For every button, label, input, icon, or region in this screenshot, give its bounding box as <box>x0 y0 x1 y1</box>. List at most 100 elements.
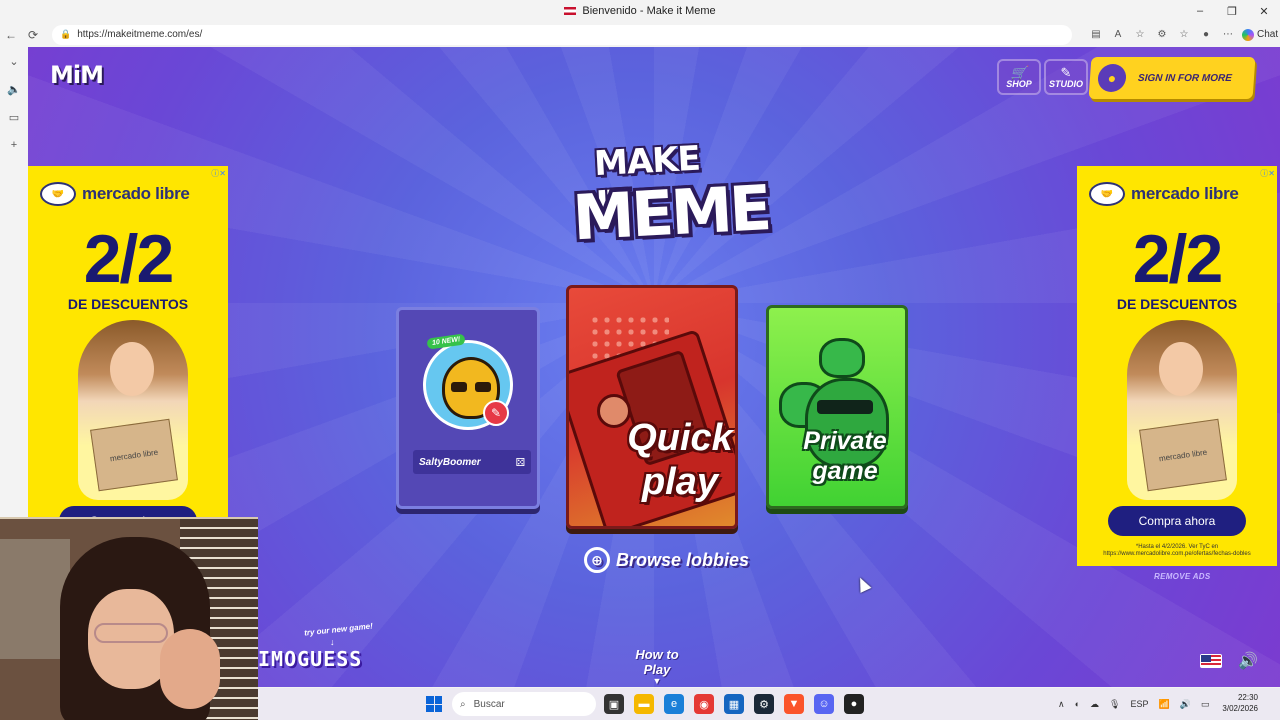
ad-headline: 2/2 <box>83 221 175 297</box>
more-icon[interactable]: ⋯ <box>1220 27 1236 43</box>
edge-icon[interactable]: e <box>664 694 684 714</box>
bee-eye-left <box>451 382 467 392</box>
site-logo[interactable]: MiM <box>50 61 104 89</box>
shop-button[interactable]: 🛒 SHOP <box>997 59 1041 95</box>
logo-line-2: MEME <box>570 171 771 255</box>
sound-icon[interactable]: 🔊 <box>1238 651 1258 671</box>
ad-cta-button[interactable]: Compra ahora <box>1108 506 1246 536</box>
ad-subline: DE DESCUENTOS <box>67 296 189 312</box>
chat-label: Chat <box>1257 29 1279 40</box>
battery-icon[interactable]: ▭ <box>1201 699 1210 710</box>
file-explorer-icon[interactable]: ▬ <box>634 694 654 714</box>
make-it-meme-logo: MAKE IT MEME <box>563 136 771 260</box>
store-icon[interactable]: ▦ <box>724 694 744 714</box>
sign-in-label: SIGN IN FOR MORE <box>1137 72 1233 84</box>
brave-icon[interactable]: ▼ <box>784 694 804 714</box>
obs-icon[interactable]: ● <box>844 694 864 714</box>
audio-tab-icon[interactable]: 🔈 <box>6 81 22 97</box>
studio-label: STUDIO <box>1048 78 1083 89</box>
tab-icon[interactable]: ▭ <box>6 109 22 125</box>
ad-info-icon[interactable]: ⓘ✕ <box>1260 168 1275 179</box>
how-to-play-button[interactable]: How to Play ▼ <box>622 647 692 686</box>
search-placeholder: Buscar <box>473 698 505 710</box>
address-bar[interactable]: 🔒 https://makeitmeme.com/es/ <box>52 24 1072 45</box>
window-controls: – ❐ ✕ <box>1184 0 1280 22</box>
ad-fine-print: *Hasta el 4/2/2026. Ver TyC en https://w… <box>1103 544 1251 557</box>
tab-actions-icon[interactable]: ⌄ <box>6 53 22 69</box>
favorite-icon[interactable]: ☆ <box>1132 27 1148 43</box>
favorites-bar-icon[interactable]: ☆ <box>1176 27 1192 43</box>
ad-banner-right[interactable]: ⓘ✕ 🤝 mercado libre 2/2 DE DESCUENTOS mer… <box>1077 166 1277 566</box>
random-name-dice-icon[interactable]: ⚄ <box>515 456 525 469</box>
browse-lobbies-label: Browse lobbies <box>616 549 750 570</box>
ad-brand: 🤝 mercado libre <box>1089 182 1239 206</box>
task-view-icon[interactable]: ▣ <box>604 694 624 714</box>
copilot-icon <box>1242 28 1254 41</box>
username-text: SaltyBoomer <box>419 456 481 468</box>
studio-button[interactable]: ✎ STUDIO <box>1044 59 1088 95</box>
start-button[interactable] <box>426 696 442 712</box>
copilot-chat-button[interactable]: Chat <box>1242 28 1279 41</box>
browse-lobbies-button[interactable]: ⊕ Browse lobbies <box>584 547 749 573</box>
read-aloud-icon[interactable]: A <box>1110 27 1126 43</box>
sunglasses-illustration <box>817 400 873 414</box>
app-tray-icon[interactable]: ◐ <box>1075 699 1080 709</box>
promo-caption: try our new game! <box>303 621 374 638</box>
cart-icon: 🛒 <box>1010 64 1028 80</box>
ad-person-face <box>110 342 154 396</box>
taskbar-apps: ▣ ▬ e ◉ ▦ ⚙ ▼ ☺ ● <box>604 694 864 714</box>
back-icon[interactable]: ← <box>0 24 22 46</box>
edit-avatar-icon[interactable]: ✎ <box>483 400 509 426</box>
ad-brand-name: mercado libre <box>1131 184 1239 203</box>
webcam-person-hand <box>160 629 220 709</box>
remove-ads-link[interactable]: REMOVE ADS <box>1154 572 1211 581</box>
url-text: https://makeitmeme.com/es/ <box>77 29 203 40</box>
search-icon: ⌕ <box>460 698 466 710</box>
ad-box-image: mercado libre <box>1139 418 1227 492</box>
window-title: Bienvenido - Make it Meme <box>582 5 716 17</box>
profile-card[interactable]: 10 NEW! ✎ SaltyBoomer ⚄ <box>396 307 540 509</box>
window-titlebar: Bienvenido - Make it Meme – ❐ ✕ <box>0 0 1280 22</box>
extensions-icon[interactable]: ⚙ <box>1154 27 1170 43</box>
ad-info-icon[interactable]: ⓘ✕ <box>211 168 226 179</box>
globe-icon: ⊕ <box>584 547 610 573</box>
chrome-icon[interactable]: ◉ <box>694 694 714 714</box>
private-game-button[interactable]: Private game <box>766 305 908 509</box>
steam-icon[interactable]: ⚙ <box>754 694 774 714</box>
handshake-icon: 🤝 <box>40 182 76 206</box>
bee-eye-right <box>475 382 491 392</box>
ad-person-face <box>1159 342 1203 396</box>
cloud-icon[interactable]: ☁ <box>1090 699 1099 710</box>
sign-in-button[interactable]: ● SIGN IN FOR MORE <box>1088 57 1256 99</box>
language-flag-icon[interactable] <box>1200 654 1222 668</box>
ad-banner-left[interactable]: ⓘ✕ 🤝 mercado libre 2/2 DE DESCUENTOS mer… <box>28 166 228 566</box>
taskbar-search[interactable]: ⌕ Buscar <box>452 692 596 716</box>
minimize-button[interactable]: – <box>1184 0 1216 22</box>
profile-icon[interactable]: ● <box>1198 27 1214 43</box>
private-game-label: Private game <box>803 427 887 485</box>
quick-play-button[interactable]: Quick play <box>566 285 738 529</box>
ad-brand-name: mercado libre <box>82 184 190 203</box>
close-button[interactable]: ✕ <box>1248 0 1280 22</box>
refresh-icon[interactable]: ⟳ <box>22 24 44 46</box>
maximize-button[interactable]: ❐ <box>1216 0 1248 22</box>
clock-time: 22:30 <box>1237 693 1258 702</box>
volume-icon[interactable]: 🔊 <box>1180 699 1191 710</box>
discord-icon[interactable]: ☺ <box>814 694 834 714</box>
quick-play-label: Quick play <box>627 417 733 503</box>
windows-taskbar: ⌕ Buscar ▣ ▬ e ◉ ▦ ⚙ ▼ ☺ ● ∧ ◐ ☁ 🎙 ESP 📶… <box>258 688 1280 720</box>
wifi-icon[interactable]: 📶 <box>1158 699 1169 710</box>
language-indicator[interactable]: ESP <box>1130 699 1148 709</box>
webcam-person-glasses <box>94 623 168 643</box>
new-tab-icon[interactable]: + <box>6 137 22 153</box>
reader-icon[interactable]: ▤ <box>1088 27 1104 43</box>
username-field[interactable]: SaltyBoomer ⚄ <box>413 450 531 474</box>
new-game-promo[interactable]: try our new game! ↓ IMOGUESS <box>258 621 384 679</box>
ad-headline: 2/2 <box>1132 221 1224 297</box>
taskbar-clock[interactable]: 22:30 3/02/2026 <box>1222 692 1258 714</box>
microphone-icon[interactable]: 🎙 <box>1109 699 1120 710</box>
ad-subline: DE DESCUENTOS <box>1116 296 1238 312</box>
user-avatar-icon: ● <box>1097 64 1127 92</box>
promo-game-logo: IMOGUESS <box>258 647 363 671</box>
chevron-up-icon[interactable]: ∧ <box>1058 699 1065 710</box>
